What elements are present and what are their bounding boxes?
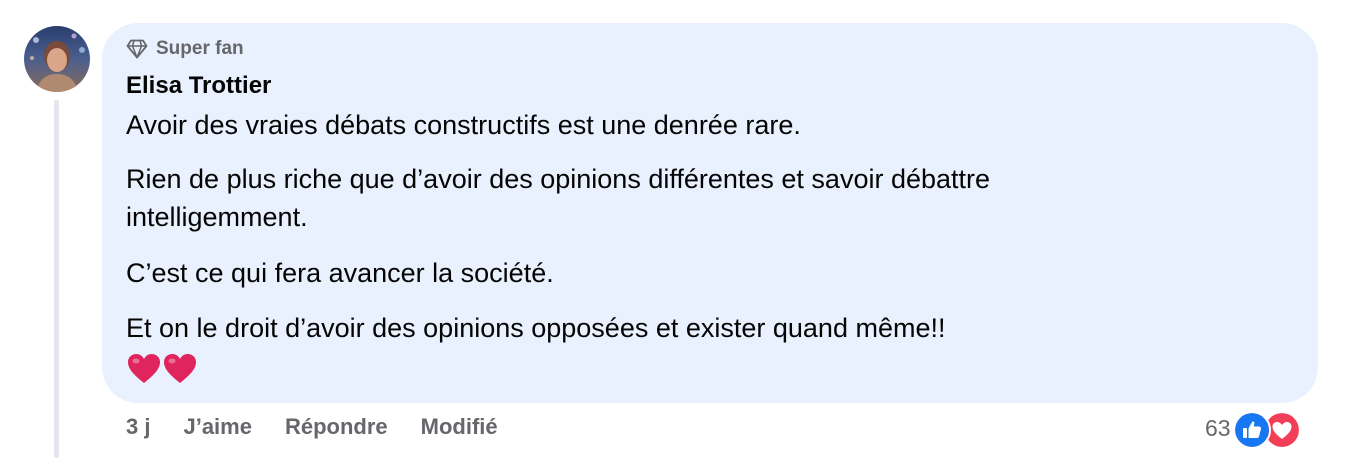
reaction-icons xyxy=(1232,409,1301,449)
comment-paragraph: Et on le droit d’avoir des opinions oppo… xyxy=(126,313,946,343)
badge-label: Super fan xyxy=(156,38,244,59)
reply-button[interactable]: Répondre xyxy=(285,414,388,440)
super-fan-badge[interactable]: Super fan xyxy=(126,38,244,60)
like-icon xyxy=(1232,411,1271,449)
thread-line xyxy=(54,100,59,458)
edited-label[interactable]: Modifié xyxy=(421,414,498,440)
comment-timestamp[interactable]: 3 j xyxy=(126,414,150,440)
comment-actions: 3 j J’aime Répondre Modifié xyxy=(126,414,498,440)
like-button[interactable]: J’aime xyxy=(183,414,252,440)
red-heart-icon xyxy=(128,354,160,383)
avatar-image xyxy=(24,26,90,92)
comment-paragraph: Rien de plus riche que d’avoir des opini… xyxy=(126,164,991,232)
comment-paragraph: Avoir des vraies débats constructifs est… xyxy=(126,110,801,140)
red-heart-icon xyxy=(164,354,196,383)
comment-paragraph: C’est ce qui fera avancer la société. xyxy=(126,258,554,288)
avatar[interactable] xyxy=(24,26,90,92)
diamond-icon xyxy=(126,39,148,59)
reaction-count: 63 xyxy=(1205,414,1231,441)
reaction-summary[interactable]: 63 xyxy=(1205,409,1301,449)
emoji-line xyxy=(126,352,198,386)
comment-author[interactable]: Elisa Trottier xyxy=(126,72,271,100)
